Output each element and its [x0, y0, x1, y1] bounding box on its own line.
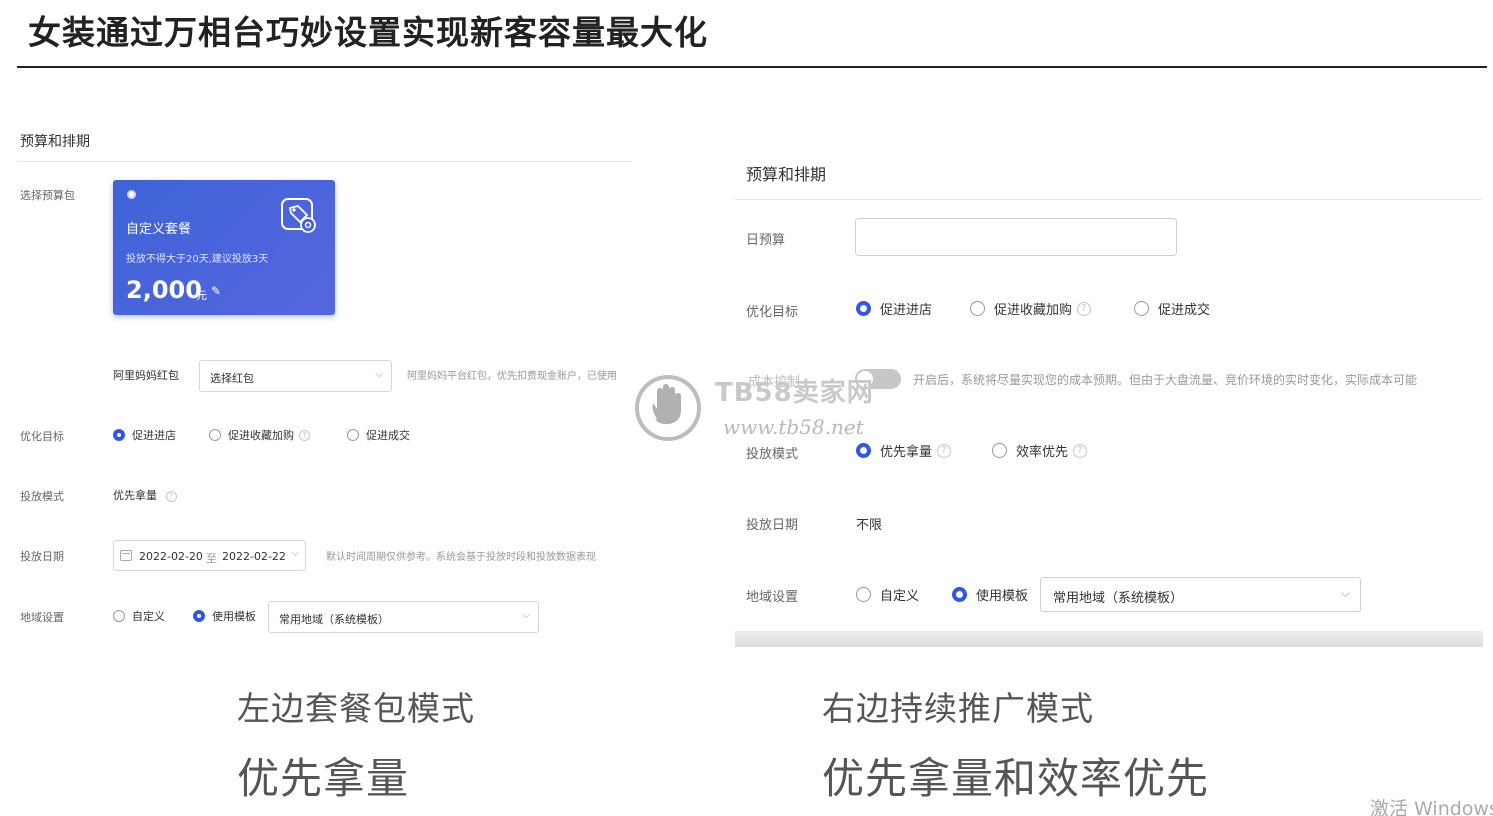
right-goal-radio-fav[interactable]: 促进收藏加购 ?	[970, 299, 1092, 318]
right-date-label: 投放日期	[746, 518, 799, 533]
package-selected-dot	[127, 190, 136, 199]
help-icon[interactable]: ?	[299, 429, 310, 441]
radio-dot	[347, 429, 359, 441]
right-goal-radio-deal[interactable]: 促进成交	[1134, 299, 1210, 318]
radio-dot	[856, 301, 871, 316]
radio-label: 使用模板	[212, 610, 256, 623]
chevron-down-icon: ⌵	[291, 548, 299, 559]
pencil-icon[interactable]: ✎	[211, 284, 221, 298]
chevron-down-icon: ⌵	[522, 610, 530, 621]
chevron-down-icon: ⌵	[1340, 586, 1350, 600]
package-card[interactable]: 自定义套餐 投放不得大于20天,建议投放3天 2,000 元 ✎	[113, 180, 335, 315]
right-region-label: 地域设置	[746, 590, 799, 605]
left-goal-radio-fav[interactable]: 促进收藏加购 ?	[209, 427, 310, 443]
radio-label: 促进收藏加购	[994, 303, 1073, 318]
radio-label: 优先拿量	[880, 445, 933, 460]
date-sep: 至	[206, 552, 217, 565]
help-icon[interactable]: ?	[1077, 301, 1092, 316]
daily-budget-input[interactable]	[855, 218, 1177, 256]
right-region-template-select[interactable]: 常用地域（系统模板） ⌵	[1040, 577, 1361, 612]
help-icon[interactable]: ?	[165, 491, 177, 502]
radio-dot	[856, 587, 871, 602]
cost-control-hint: 开启后，系统将尽量实现您的成本预期。但由于大盘流量、竞价环境的实时变化，实际成本…	[913, 373, 1418, 387]
radio-label: 促进成交	[366, 429, 410, 442]
radio-dot	[952, 587, 967, 602]
right-mode-radio-volume[interactable]: 优先拿量 ?	[856, 441, 952, 460]
radio-dot	[856, 443, 871, 458]
right-panel-bottom-bar	[735, 631, 1483, 647]
radio-label: 效率优先	[1016, 445, 1069, 460]
date-start: 2022-02-20	[139, 550, 203, 563]
left-mode-label: 投放模式	[20, 490, 64, 503]
package-unit: 元	[196, 289, 207, 302]
date-end: 2022-02-22	[222, 550, 286, 563]
os-activate-watermark: 激活 Windows	[1370, 798, 1493, 816]
left-mode-text: 优先拿量	[113, 489, 157, 502]
left-goal-radio-visit[interactable]: 促进进店	[113, 427, 176, 443]
left-date-hint: 默认时间周期仅供参考。系统会基于投放时段和投放数据表现	[326, 552, 596, 563]
left-region-radio-template[interactable]: 使用模板	[193, 608, 256, 624]
help-icon[interactable]: ?	[1073, 443, 1088, 458]
left-goal-label: 优化目标	[20, 430, 64, 443]
redpacket-select-value: 选择红包	[210, 372, 254, 385]
coupon-gear-icon	[281, 198, 316, 233]
radio-dot	[113, 429, 125, 441]
right-date-value: 不限	[856, 518, 883, 533]
watermark-url: www.tb58.net	[723, 415, 864, 439]
calendar-icon	[120, 550, 132, 561]
radio-label: 促进收藏加购	[228, 429, 294, 442]
radio-dot	[113, 610, 125, 622]
redpacket-label: 阿里妈妈红包	[113, 369, 179, 382]
left-goal-radio-deal[interactable]: 促进成交	[347, 427, 410, 443]
left-divider	[17, 161, 632, 162]
right-mode-radio-efficiency[interactable]: 效率优先 ?	[992, 441, 1088, 460]
right-section-header: 预算和排期	[746, 165, 827, 184]
left-mode-value: 优先拿量 ?	[113, 487, 177, 503]
radio-label: 自定义	[880, 589, 920, 604]
right-divider	[735, 199, 1482, 200]
left-date-label: 投放日期	[20, 550, 64, 563]
radio-label: 自定义	[132, 610, 165, 623]
watermark-brand: TB58卖家网	[715, 378, 874, 408]
budget-pkg-label: 选择预算包	[20, 189, 75, 202]
radio-dot	[1134, 301, 1149, 316]
radio-dot	[992, 443, 1007, 458]
right-region-radio-custom[interactable]: 自定义	[856, 585, 919, 604]
left-region-label: 地域设置	[20, 611, 64, 624]
caption-right-line2: 优先拿量和效率优先	[822, 754, 1210, 803]
radio-dot	[209, 429, 221, 441]
radio-label: 促进成交	[1158, 303, 1211, 318]
region-template-value: 常用地域（系统模板）	[279, 613, 389, 626]
daily-budget-label: 日预算	[746, 233, 786, 248]
package-desc: 投放不得大于20天,建议投放3天	[126, 254, 269, 265]
hand-logo-icon	[635, 375, 701, 441]
left-section-header: 预算和排期	[20, 134, 90, 150]
region-template-value: 常用地域（系统模板）	[1053, 591, 1184, 606]
caption-left-line2: 优先拿量	[237, 754, 410, 803]
redpacket-select[interactable]: 选择红包 ⌵	[199, 360, 392, 392]
radio-label: 使用模板	[976, 589, 1029, 604]
radio-dot	[193, 610, 205, 622]
radio-label: 促进进店	[132, 429, 176, 442]
right-mode-label: 投放模式	[746, 447, 799, 462]
package-amount: 2,000	[126, 276, 202, 304]
radio-dot	[970, 301, 985, 316]
caption-right-line1: 右边持续推广模式	[822, 689, 1094, 728]
redpacket-hint: 阿里妈妈平台红包，优先扣费现金账户，已使用	[407, 371, 617, 382]
left-region-template-select[interactable]: 常用地域（系统模板） ⌵	[268, 601, 539, 633]
radio-label: 促进进店	[880, 303, 933, 318]
right-goal-label: 优化目标	[746, 305, 799, 320]
package-name: 自定义套餐	[126, 222, 192, 237]
date-range-picker[interactable]: 2022-02-20 至 2022-02-22 ⌵	[113, 540, 306, 571]
right-goal-radio-visit[interactable]: 促进进店	[856, 299, 932, 318]
left-region-radio-custom[interactable]: 自定义	[113, 608, 165, 624]
caption-left-line1: 左边套餐包模式	[237, 689, 475, 728]
chevron-down-icon: ⌵	[375, 369, 383, 380]
help-icon[interactable]: ?	[937, 443, 952, 458]
right-region-radio-template[interactable]: 使用模板	[952, 585, 1028, 604]
